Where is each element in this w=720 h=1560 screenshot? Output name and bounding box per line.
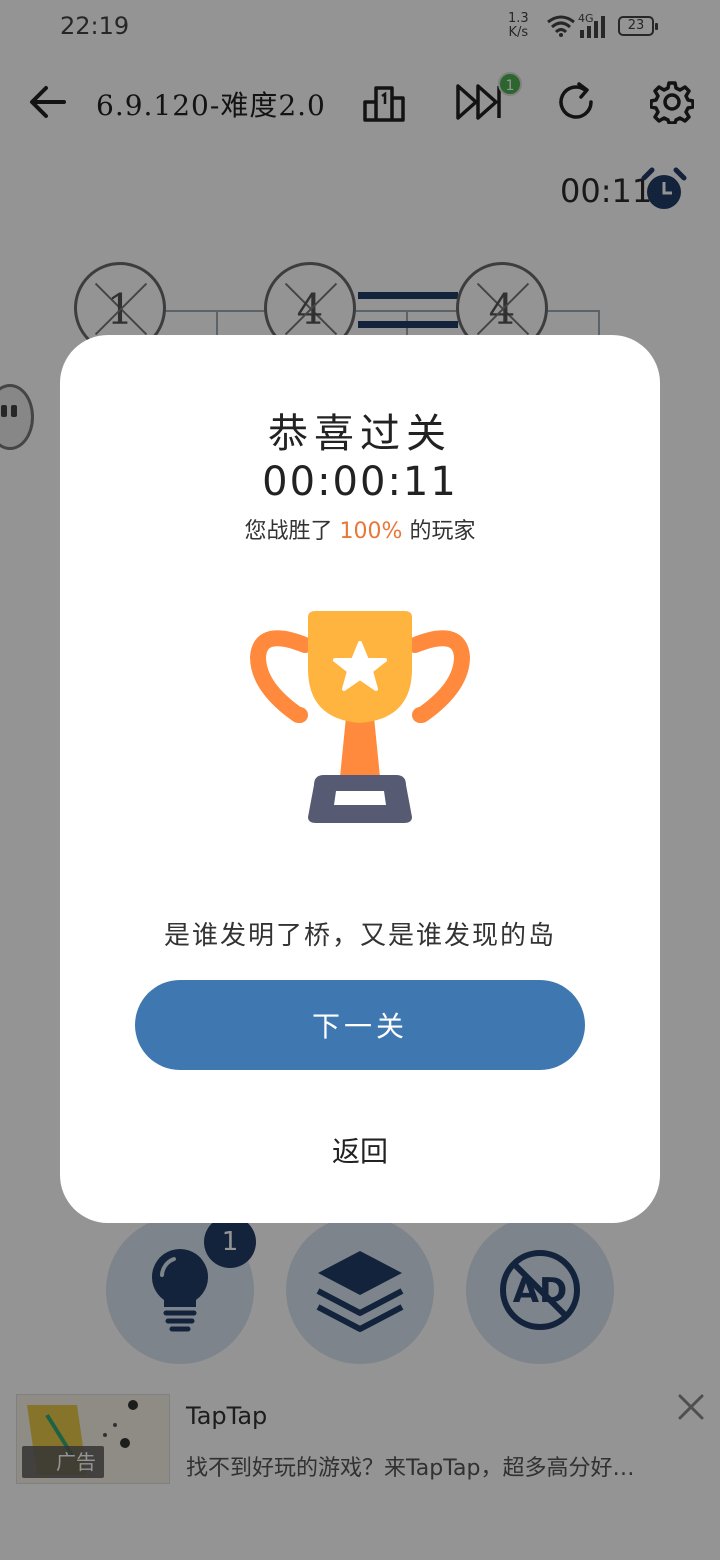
completion-time: 00:00:11 [262, 459, 458, 505]
next-level-button[interactable]: 下一关 [135, 980, 585, 1070]
ranking-percent: 100% [339, 519, 403, 544]
ranking-suffix: 的玩家 [409, 519, 476, 544]
dialog-title: 恭喜过关 [268, 411, 452, 457]
trophy-icon [250, 611, 470, 823]
ranking-text: 您战胜了 100% 的玩家 [60, 513, 660, 545]
level-complete-dialog: 恭喜过关 00:00:11 您战胜了 100% 的玩家 是谁发明了桥，又是谁发现… [60, 335, 660, 1223]
dialog-quote: 是谁发明了桥，又是谁发现的岛 [163, 921, 556, 951]
ranking-prefix: 您战胜了 [244, 519, 333, 544]
return-button[interactable]: 返回 [60, 1130, 660, 1170]
